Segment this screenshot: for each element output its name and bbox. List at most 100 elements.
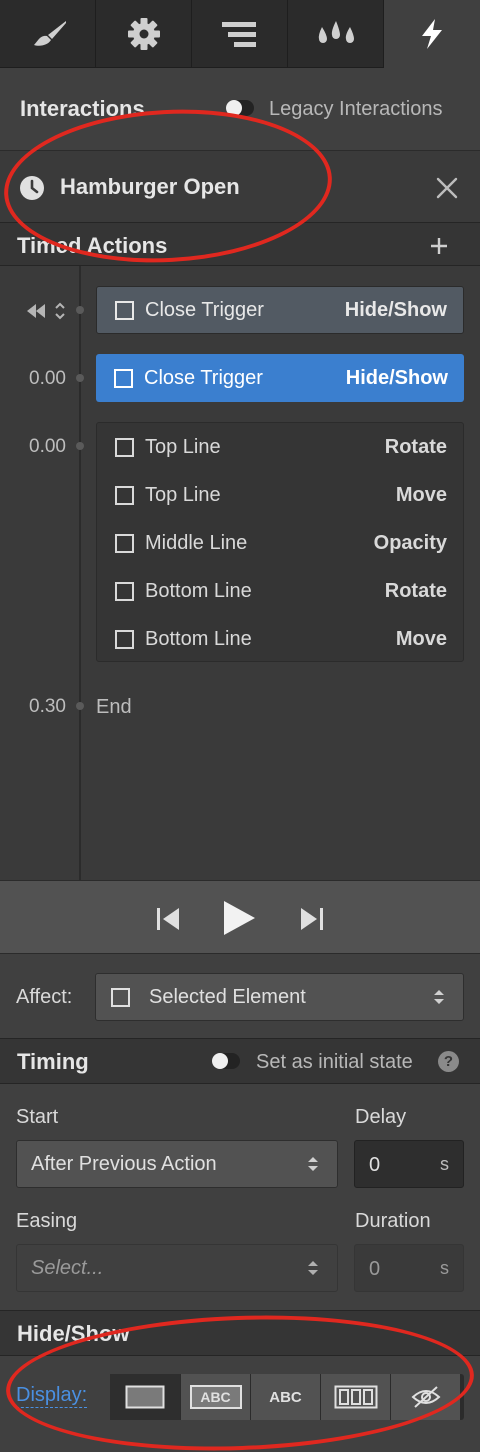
tab-swatches[interactable] bbox=[288, 0, 384, 68]
timeline-dot bbox=[76, 306, 84, 314]
hide-show-header: Hide/Show bbox=[0, 1310, 480, 1356]
none-icon bbox=[411, 1386, 440, 1408]
duration-input[interactable]: 0 s bbox=[354, 1244, 464, 1292]
display-inline-button[interactable]: ABC bbox=[250, 1374, 320, 1420]
legacy-interactions-toggle[interactable] bbox=[226, 100, 254, 116]
action-target: Close Trigger bbox=[145, 298, 264, 321]
action-close-trigger-initial[interactable]: Close Trigger Hide/Show bbox=[96, 286, 464, 334]
interaction-row: Hamburger Open bbox=[0, 150, 480, 222]
timeline-dot bbox=[76, 702, 84, 710]
select-arrows-icon bbox=[434, 990, 444, 1004]
affect-label: Affect: bbox=[16, 986, 73, 1008]
element-icon bbox=[115, 533, 134, 553]
timing-title: Timing bbox=[17, 1049, 89, 1074]
interactions-title: Interactions bbox=[20, 96, 145, 121]
group-action-row[interactable]: Top Line Move bbox=[97, 471, 463, 519]
easing-select[interactable]: Select... bbox=[16, 1244, 338, 1292]
reorder-icon[interactable] bbox=[54, 302, 66, 320]
group-action-row[interactable]: Bottom Line Rotate bbox=[97, 567, 463, 615]
player-controls bbox=[0, 880, 480, 954]
gear-icon bbox=[127, 17, 160, 50]
duration-value: 0 bbox=[369, 1258, 381, 1280]
start-value: After Previous Action bbox=[31, 1152, 217, 1175]
action-close-trigger-selected[interactable]: Close Trigger Hide/Show bbox=[96, 354, 464, 402]
delay-unit: s bbox=[440, 1154, 449, 1174]
element-icon bbox=[115, 437, 134, 457]
action-target: Top Line bbox=[145, 435, 221, 458]
action-target: Bottom Line bbox=[145, 579, 252, 602]
action-type: Rotate bbox=[384, 435, 447, 458]
duration-label: Duration bbox=[355, 1210, 431, 1232]
action-type: Opacity bbox=[373, 531, 447, 554]
action-group: Top Line Rotate Top Line Move Middle Lin… bbox=[96, 422, 464, 662]
action-target: Top Line bbox=[145, 483, 221, 506]
timed-actions-title: Timed Actions bbox=[17, 233, 168, 258]
affect-row: Affect: Selected Element bbox=[0, 954, 480, 1038]
element-icon bbox=[111, 987, 130, 1007]
tab-navigator[interactable] bbox=[192, 0, 288, 68]
block-icon bbox=[125, 1385, 165, 1409]
timed-actions-header: Timed Actions bbox=[0, 222, 480, 266]
tab-style[interactable] bbox=[0, 0, 96, 68]
display-options: ABC ABC bbox=[110, 1374, 464, 1420]
play-icon[interactable] bbox=[221, 899, 257, 937]
select-arrows-icon bbox=[308, 1261, 318, 1275]
clock-icon bbox=[20, 176, 44, 200]
skip-forward-icon[interactable] bbox=[299, 906, 325, 932]
display-inline-block-button[interactable]: ABC bbox=[180, 1374, 250, 1420]
flex-icon bbox=[334, 1385, 377, 1409]
easing-label: Easing bbox=[16, 1210, 78, 1232]
legacy-interactions-label: Legacy Interactions bbox=[269, 98, 443, 120]
drops-icon bbox=[318, 20, 354, 43]
group-action-row[interactable]: Bottom Line Move bbox=[97, 615, 463, 663]
action-target: Bottom Line bbox=[145, 627, 252, 650]
inline-block-icon: ABC bbox=[189, 1385, 242, 1409]
action-type: Move bbox=[395, 627, 447, 650]
timeline-track bbox=[79, 266, 81, 880]
element-icon bbox=[115, 581, 134, 601]
element-icon bbox=[115, 300, 134, 320]
group-action-row[interactable]: Top Line Rotate bbox=[97, 423, 463, 471]
interaction-name[interactable]: Hamburger Open bbox=[60, 174, 240, 200]
display-flex-button[interactable] bbox=[320, 1374, 390, 1420]
start-select[interactable]: After Previous Action bbox=[16, 1140, 338, 1188]
easing-placeholder: Select... bbox=[31, 1256, 104, 1279]
group-time: 0.00 bbox=[29, 436, 66, 457]
display-block-button[interactable] bbox=[110, 1374, 180, 1420]
timeline-dot bbox=[76, 374, 84, 382]
inline-icon: ABC bbox=[269, 1388, 302, 1406]
timeline-dot bbox=[76, 442, 84, 450]
start-label: Start bbox=[16, 1106, 59, 1128]
action-type: Hide/Show bbox=[344, 298, 447, 321]
paintbrush-icon bbox=[33, 20, 66, 46]
tab-interactions[interactable] bbox=[384, 0, 480, 68]
initial-state-label: Set as initial state bbox=[256, 1051, 413, 1073]
tab-settings[interactable] bbox=[96, 0, 192, 68]
display-none-button[interactable] bbox=[390, 1374, 460, 1420]
timing-header: Timing Set as initial state ? bbox=[0, 1038, 480, 1084]
delay-label: Delay bbox=[355, 1106, 407, 1128]
hide-show-title: Hide/Show bbox=[17, 1321, 130, 1346]
duration-unit: s bbox=[440, 1258, 449, 1278]
action-target: Close Trigger bbox=[144, 366, 263, 389]
add-icon[interactable] bbox=[430, 237, 448, 255]
skip-back-icon[interactable] bbox=[155, 906, 181, 932]
action-type: Move bbox=[395, 483, 447, 506]
action-target: Middle Line bbox=[145, 531, 248, 554]
lightning-icon bbox=[422, 19, 442, 49]
help-icon[interactable]: ? bbox=[438, 1051, 459, 1072]
delay-input[interactable]: 0 s bbox=[354, 1140, 464, 1188]
select-arrows-icon bbox=[308, 1157, 318, 1171]
action-type: Rotate bbox=[384, 579, 447, 602]
display-label[interactable]: Display: bbox=[16, 1384, 88, 1408]
list-icon bbox=[221, 21, 256, 47]
element-icon bbox=[114, 368, 133, 388]
action-type: Hide/Show bbox=[345, 366, 448, 389]
group-action-row[interactable]: Middle Line Opacity bbox=[97, 519, 463, 567]
affect-select[interactable]: Selected Element bbox=[95, 973, 464, 1021]
close-icon[interactable] bbox=[436, 177, 458, 199]
delay-value: 0 bbox=[369, 1154, 381, 1176]
rewind-icon[interactable] bbox=[25, 303, 47, 319]
timeline: Close Trigger Hide/Show 0.00 Close Trigg… bbox=[0, 266, 480, 880]
initial-state-toggle[interactable] bbox=[212, 1053, 240, 1069]
